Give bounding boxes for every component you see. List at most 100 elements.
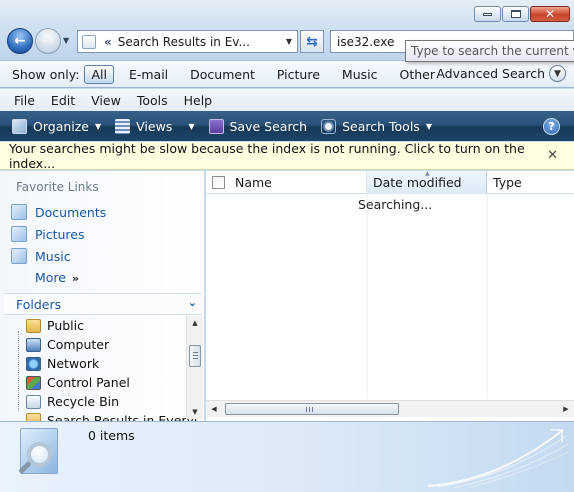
address-chevron[interactable]: « — [104, 35, 112, 49]
column-label: Date modified — [373, 175, 462, 190]
chevron-down-icon: ▼ — [549, 65, 566, 82]
folders-header[interactable]: Folders ⌄ — [4, 293, 202, 315]
details-pane: 0 items — [0, 421, 574, 492]
forward-button[interactable]: → — [35, 28, 61, 54]
dropdown-arrow-icon: ▼ — [425, 121, 432, 131]
menu-edit[interactable]: Edit — [43, 93, 83, 108]
minimize-button[interactable] — [474, 6, 501, 22]
filter-email[interactable]: E-mail — [122, 65, 175, 84]
column-date-modified[interactable]: ▲ Date modified — [367, 170, 487, 194]
organize-icon — [12, 118, 27, 134]
caption-buttons: ✕ — [474, 6, 570, 22]
dropdown-arrow-icon: ▼ — [188, 121, 195, 131]
column-name[interactable]: Name — [206, 171, 367, 194]
folders-scrollbar[interactable]: ▲ ▼ — [186, 316, 203, 419]
help-button[interactable]: ? — [543, 118, 560, 135]
organize-label: Organize — [33, 118, 89, 134]
maximize-icon — [510, 10, 521, 18]
scroll-right-arrow[interactable]: ▶ — [558, 401, 574, 417]
filter-all[interactable]: All — [84, 64, 114, 84]
scroll-left-arrow[interactable]: ◀ — [206, 401, 222, 417]
folder-network[interactable]: Network — [26, 356, 99, 371]
favorite-label: Music — [35, 248, 71, 264]
menu-help[interactable]: Help — [176, 93, 221, 108]
more-links[interactable]: More » — [35, 270, 79, 285]
favorite-label: Pictures — [35, 226, 85, 242]
advanced-search-label: Advanced Search — [436, 66, 545, 81]
search-status: Searching... — [358, 197, 433, 212]
info-bar-message: Your searches might be slow because the … — [9, 140, 525, 171]
decorative-swoosh — [428, 429, 568, 488]
column-divider — [367, 194, 368, 399]
favorite-links-header: Favorite Links — [16, 180, 99, 194]
favorite-pictures[interactable]: Pictures — [11, 226, 85, 242]
menu-file[interactable]: File — [0, 93, 43, 108]
folder-computer[interactable]: Computer — [26, 337, 109, 352]
search-tools-label: Search Tools — [342, 118, 420, 134]
search-tools-icon — [321, 118, 337, 134]
recycle-bin-icon — [26, 394, 41, 409]
filter-document[interactable]: Document — [183, 65, 262, 84]
scroll-thumb[interactable] — [225, 403, 399, 415]
refresh-button[interactable]: ⇆ — [300, 30, 324, 53]
folder-label: Public — [47, 318, 84, 333]
folder-label: Recycle Bin — [47, 394, 120, 409]
column-type[interactable]: Type — [487, 171, 574, 194]
folder-icon — [26, 318, 41, 333]
scroll-up-arrow[interactable]: ▲ — [187, 316, 203, 330]
navigation-pane: Favorite Links Documents Pictures Music … — [0, 171, 205, 421]
advanced-search-button[interactable]: Advanced Search ▼ — [436, 65, 566, 82]
filter-other[interactable]: Other — [393, 65, 443, 84]
views-button[interactable]: Views ▼ — [108, 111, 201, 141]
index-info-bar[interactable]: Your searches might be slow because the … — [0, 140, 574, 171]
help-icon: ? — [548, 120, 555, 133]
search-pane: Show only: All E-mail Document Picture M… — [0, 60, 574, 88]
column-header-row: Name ▲ Date modified Type — [206, 170, 574, 194]
tree-line — [18, 331, 20, 411]
favorite-documents[interactable]: Documents — [11, 204, 106, 220]
column-divider — [487, 194, 488, 399]
recent-pages-dropdown[interactable]: ▼ — [63, 36, 69, 45]
column-label: Type — [493, 175, 522, 190]
select-all-checkbox[interactable] — [212, 176, 225, 189]
maximize-button[interactable] — [502, 6, 529, 22]
folder-label: Computer — [47, 337, 110, 352]
save-search-icon — [208, 118, 224, 134]
filter-music[interactable]: Music — [335, 65, 385, 84]
folder-control-panel[interactable]: Control Panel — [26, 375, 130, 390]
documents-icon — [11, 204, 27, 220]
file-list: Name ▲ Date modified Type Searching... ◀… — [206, 170, 574, 421]
close-button[interactable]: ✕ — [530, 6, 570, 22]
views-icon — [115, 118, 131, 134]
horizontal-scrollbar[interactable]: ◀ ▶ — [206, 400, 574, 417]
save-search-label: Save Search — [229, 118, 308, 134]
address-dropdown[interactable]: ▼ — [281, 37, 297, 46]
scroll-down-arrow[interactable]: ▼ — [187, 405, 203, 419]
close-icon[interactable]: ✕ — [547, 148, 558, 163]
save-search-button[interactable]: Save Search — [202, 111, 315, 141]
folder-label: Network — [47, 356, 100, 371]
address-bar[interactable]: « Search Results in Ev... ▼ — [77, 30, 298, 53]
organize-button[interactable]: Organize ▼ — [0, 111, 108, 141]
folder-recycle-bin[interactable]: Recycle Bin — [26, 394, 119, 409]
forward-arrow-icon: → — [42, 33, 54, 49]
folder-search-results[interactable]: Search Results in Everyt — [26, 413, 199, 421]
scroll-thumb[interactable] — [189, 345, 201, 367]
back-button[interactable]: ← — [7, 28, 33, 54]
pictures-icon — [11, 226, 27, 242]
more-label: More — [35, 270, 66, 285]
search-tooltip: Type to search the current view — [405, 40, 574, 62]
sort-arrow-icon: ▲ — [425, 170, 430, 177]
filter-picture[interactable]: Picture — [270, 65, 327, 84]
folder-label: Control Panel — [47, 375, 130, 390]
menu-tools[interactable]: Tools — [129, 93, 176, 108]
menu-view[interactable]: View — [83, 93, 129, 108]
control-panel-icon — [26, 375, 41, 390]
command-bar: Organize ▼ Views ▼ Save Search Search To… — [0, 111, 574, 141]
folders-label: Folders — [16, 296, 62, 312]
views-label: Views — [136, 118, 173, 134]
folder-public[interactable]: Public — [26, 318, 84, 333]
dropdown-arrow-icon: ▼ — [95, 121, 102, 131]
search-tools-button[interactable]: Search Tools ▼ — [314, 111, 439, 141]
favorite-music[interactable]: Music — [11, 248, 71, 264]
